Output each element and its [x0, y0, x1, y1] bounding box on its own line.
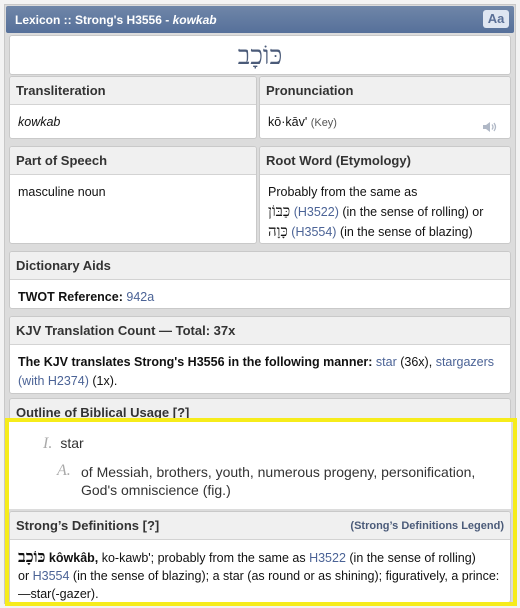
part-of-speech-box: Part of Speech masculine noun — [9, 146, 257, 244]
pronunciation-box: Pronunciation kō·kāv' (Key) — [259, 76, 511, 139]
part-of-speech-heading: Part of Speech — [10, 147, 256, 175]
kjv-star-link[interactable]: star — [376, 355, 397, 369]
outline-level1-text: star — [60, 435, 84, 451]
font-size-button[interactable]: Aa — [483, 10, 509, 28]
root-ref1-link[interactable]: (H3522) — [294, 205, 339, 219]
headword-box: כּוֹכָב — [9, 35, 511, 75]
root-word-intro: Probably from the same as — [268, 185, 418, 199]
pronunciation-key-link[interactable]: (Key) — [311, 117, 337, 129]
root-ref2-link[interactable]: (H3554) — [291, 225, 336, 239]
twot-label: TWOT Reference: — [18, 290, 123, 304]
root-ref1-hebrew: כַּבּוֹן — [268, 202, 291, 220]
lexicon-titlebar: Lexicon :: Strong's H3556 - kowkab Aa — [6, 6, 514, 33]
strongs-definitions-box: Strong’s Definitions [?] (Strong’s Defin… — [9, 511, 511, 603]
root-ref2-hebrew: כָּוָה — [268, 222, 288, 240]
titlebar-word: kowkab — [172, 13, 217, 27]
outline-level2-text: of Messiah, brothers, youth, numerous pr… — [81, 464, 476, 498]
dictionary-aids-box: Dictionary Aids TWOT Reference: 942a — [9, 251, 511, 309]
outline-body: I. star A. of Messiah, brothers, youth, n… — [9, 421, 511, 509]
strongs-text-4: (in the sense of blazing); a star (as ro… — [18, 569, 500, 601]
root-word-box: Root Word (Etymology) Probably from the … — [259, 146, 511, 244]
strongs-ref2-link[interactable]: H3554 — [33, 569, 70, 583]
root-ref1-sense: (in the sense of rolling) or — [338, 205, 484, 219]
kjv-count-lead: The KJV translates Strong's H3556 in the… — [18, 355, 373, 369]
strongs-legend-link[interactable]: (Strong’s Definitions Legend) — [350, 518, 504, 532]
strongs-translit: kôwkâb, — [45, 551, 99, 565]
kjv-count-box: KJV Translation Count — Total: 37x The K… — [9, 316, 511, 394]
transliteration-heading: Transliteration — [10, 77, 256, 105]
strongs-hebrew: כּוֹכָב — [18, 547, 46, 566]
kjv-stargazers-count: (1x). — [88, 374, 118, 388]
pronunciation-value: kō·kāv' — [268, 115, 308, 129]
strongs-text-3: or — [18, 569, 33, 583]
strongs-definitions-heading[interactable]: Strong’s Definitions [?] — [16, 518, 159, 533]
strongs-ref1-link[interactable]: H3522 — [309, 551, 346, 565]
outline-level1-num: I. — [43, 435, 53, 452]
pronunciation-heading: Pronunciation — [260, 77, 510, 105]
strongs-text-2: (in the sense of rolling) — [345, 551, 476, 565]
kjv-star-count: (36x), — [396, 355, 433, 369]
root-word-heading: Root Word (Etymology) — [260, 147, 510, 175]
strongs-text-1: ko-kawb'; probably from the same as — [98, 551, 310, 565]
speaker-icon[interactable] — [482, 120, 498, 134]
headword-hebrew: כּוֹכָב — [237, 41, 283, 71]
outline-box: Outline of Biblical Usage [?] — [9, 398, 511, 422]
kjv-count-heading: KJV Translation Count — Total: 37x — [10, 317, 510, 345]
outline-level2-num: A. — [57, 462, 71, 479]
transliteration-value: kowkab — [18, 115, 61, 129]
titlebar-prefix: Lexicon :: Strong's H3556 - — [15, 13, 173, 27]
twot-link[interactable]: 942a — [126, 290, 154, 304]
root-ref2-sense: (in the sense of blazing) — [336, 225, 473, 239]
dictionary-aids-heading: Dictionary Aids — [10, 252, 510, 280]
outline-heading[interactable]: Outline of Biblical Usage [?] — [16, 405, 189, 420]
transliteration-box: Transliteration kowkab — [9, 76, 257, 139]
part-of-speech-value: masculine noun — [18, 185, 106, 199]
